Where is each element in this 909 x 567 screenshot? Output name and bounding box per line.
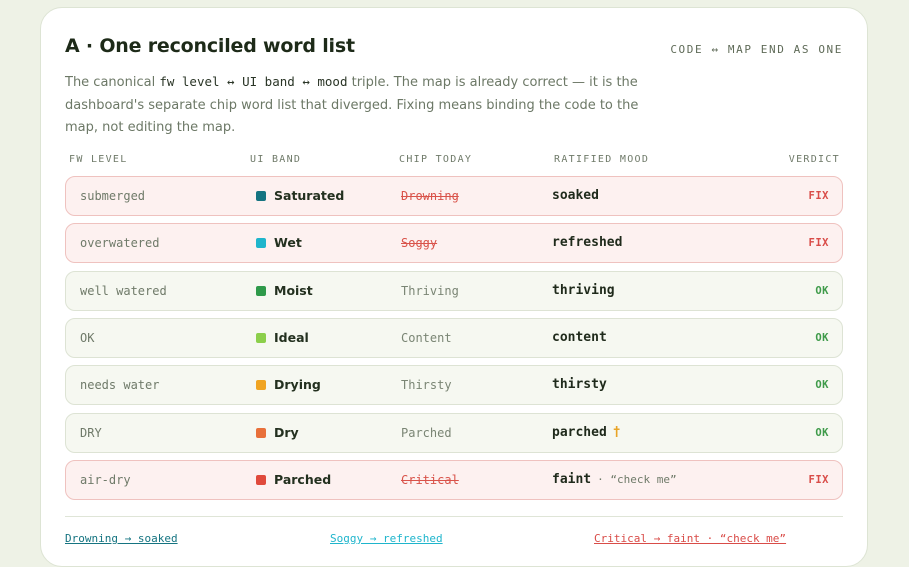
description-pre: The canonical bbox=[65, 75, 160, 90]
ratified-mood-cell: parched † bbox=[552, 414, 621, 452]
column-header-fw-level: FW LEVEL bbox=[69, 154, 128, 165]
ui-band-cell: Moist bbox=[256, 272, 313, 310]
description-code: fw level ↔ UI band ↔ mood bbox=[159, 74, 348, 89]
band-color-swatch bbox=[256, 191, 266, 201]
band-color-swatch bbox=[256, 427, 266, 438]
column-header-verdict: VERDICT bbox=[788, 154, 840, 165]
band-color-swatch bbox=[256, 332, 266, 343]
ui-band-cell: Wet bbox=[256, 224, 302, 262]
verdict-badge: OK bbox=[815, 379, 829, 392]
ratified-mood-cell: content bbox=[552, 319, 607, 357]
ratified-mood-label: soaked bbox=[552, 188, 599, 203]
card-title: A · One reconciled word list bbox=[65, 35, 355, 57]
fw-level-cell: DRY bbox=[80, 425, 102, 440]
ui-band-cell: Saturated bbox=[256, 177, 344, 215]
ui-band-label: Saturated bbox=[274, 188, 345, 203]
ui-band-cell: Ideal bbox=[256, 319, 309, 357]
ui-band-label: Ideal bbox=[274, 329, 309, 345]
fw-level-cell: air-dry bbox=[80, 472, 131, 487]
ratified-mood-cell: refreshed bbox=[552, 224, 622, 262]
card-tagline: CODE ↔ MAP END AS ONE bbox=[670, 43, 843, 56]
footer-mapping-2[interactable]: Soggy → refreshed bbox=[330, 532, 443, 545]
card-description: The canonical fw level ↔ UI band ↔ mood … bbox=[65, 71, 665, 140]
dagger-mark: † bbox=[612, 424, 621, 440]
verdict-badge: FIX bbox=[808, 473, 829, 486]
check-me-note: · “check me” bbox=[597, 472, 677, 486]
chip-today-cell: Drowning bbox=[401, 189, 459, 203]
ratified-mood-label: refreshed bbox=[552, 235, 623, 251]
ratified-mood-cell: thriving bbox=[552, 272, 615, 310]
table-row[interactable]: well watered Moist Thriving thriving OK bbox=[65, 270, 843, 311]
band-color-swatch bbox=[256, 285, 266, 296]
ui-band-label: Dry bbox=[274, 424, 299, 440]
fw-level-cell: submerged bbox=[80, 189, 146, 203]
chip-today-cell: Content bbox=[401, 330, 452, 345]
column-header-ratified-mood: RATIFIED MOOD bbox=[554, 154, 650, 165]
chip-today-cell: Parched bbox=[401, 425, 452, 440]
column-header-ui-band: UI BAND bbox=[250, 154, 302, 165]
chip-today-cell: Thirsty bbox=[401, 378, 452, 393]
table-row[interactable]: needs water Drying Thirsty thirsty OK bbox=[65, 365, 843, 406]
chip-today-cell: Soggy bbox=[401, 236, 438, 251]
ratified-mood-label: content bbox=[552, 329, 607, 345]
column-header-chip-today: CHIP TODAY bbox=[399, 154, 473, 165]
ratified-mood-cell: thirsty bbox=[552, 366, 607, 404]
band-color-swatch bbox=[256, 474, 266, 485]
chip-today-cell: Critical bbox=[401, 472, 459, 487]
ui-band-cell: Drying bbox=[256, 366, 321, 404]
ratified-mood-label: faint bbox=[552, 471, 592, 487]
ratified-mood-cell: soaked bbox=[552, 177, 599, 215]
verdict-badge: FIX bbox=[808, 237, 829, 250]
ratified-mood-label: parched bbox=[552, 424, 607, 440]
ratified-mood-label: thriving bbox=[552, 282, 615, 298]
reconciled-word-list-card: A · One reconciled word list CODE ↔ MAP … bbox=[40, 7, 868, 567]
fw-level-cell: overwatered bbox=[80, 236, 160, 251]
table-row[interactable]: overwatered Wet Soggy refreshed FIX bbox=[65, 223, 843, 264]
band-color-swatch bbox=[256, 238, 266, 249]
ui-band-label: Drying bbox=[274, 377, 321, 393]
chip-today-cell: Thriving bbox=[401, 283, 459, 298]
ui-band-label: Wet bbox=[274, 235, 302, 251]
table-row[interactable]: air-dry Parched Critical faint · “check me” F… bbox=[65, 459, 843, 500]
table-row[interactable]: OK Ideal Content content OK bbox=[65, 317, 843, 358]
verdict-badge: OK bbox=[815, 426, 829, 439]
ratified-mood-cell: faint · “check me” bbox=[552, 461, 677, 499]
table-row[interactable]: submerged Saturated Drowning soaked FIX bbox=[65, 176, 843, 216]
table-row[interactable]: DRY Dry Parched parched † OK bbox=[65, 412, 843, 453]
footer-mapping-1[interactable]: Drowning → soaked bbox=[65, 532, 178, 545]
verdict-badge: OK bbox=[815, 331, 829, 344]
fw-level-cell: well watered bbox=[80, 283, 167, 298]
ui-band-label: Moist bbox=[274, 282, 313, 298]
fw-level-cell: OK bbox=[80, 330, 95, 345]
ui-band-label: Parched bbox=[274, 471, 332, 487]
ui-band-cell: Parched bbox=[256, 461, 331, 499]
verdict-badge: FIX bbox=[808, 190, 829, 202]
ratified-mood-label: thirsty bbox=[552, 377, 607, 393]
fw-level-cell: needs water bbox=[80, 378, 160, 393]
band-color-swatch bbox=[256, 380, 266, 391]
footer-divider bbox=[65, 516, 843, 517]
verdict-badge: OK bbox=[815, 284, 829, 297]
ui-band-cell: Dry bbox=[256, 414, 299, 452]
footer-mapping-3[interactable]: Critical → faint · “check me” bbox=[594, 532, 786, 545]
